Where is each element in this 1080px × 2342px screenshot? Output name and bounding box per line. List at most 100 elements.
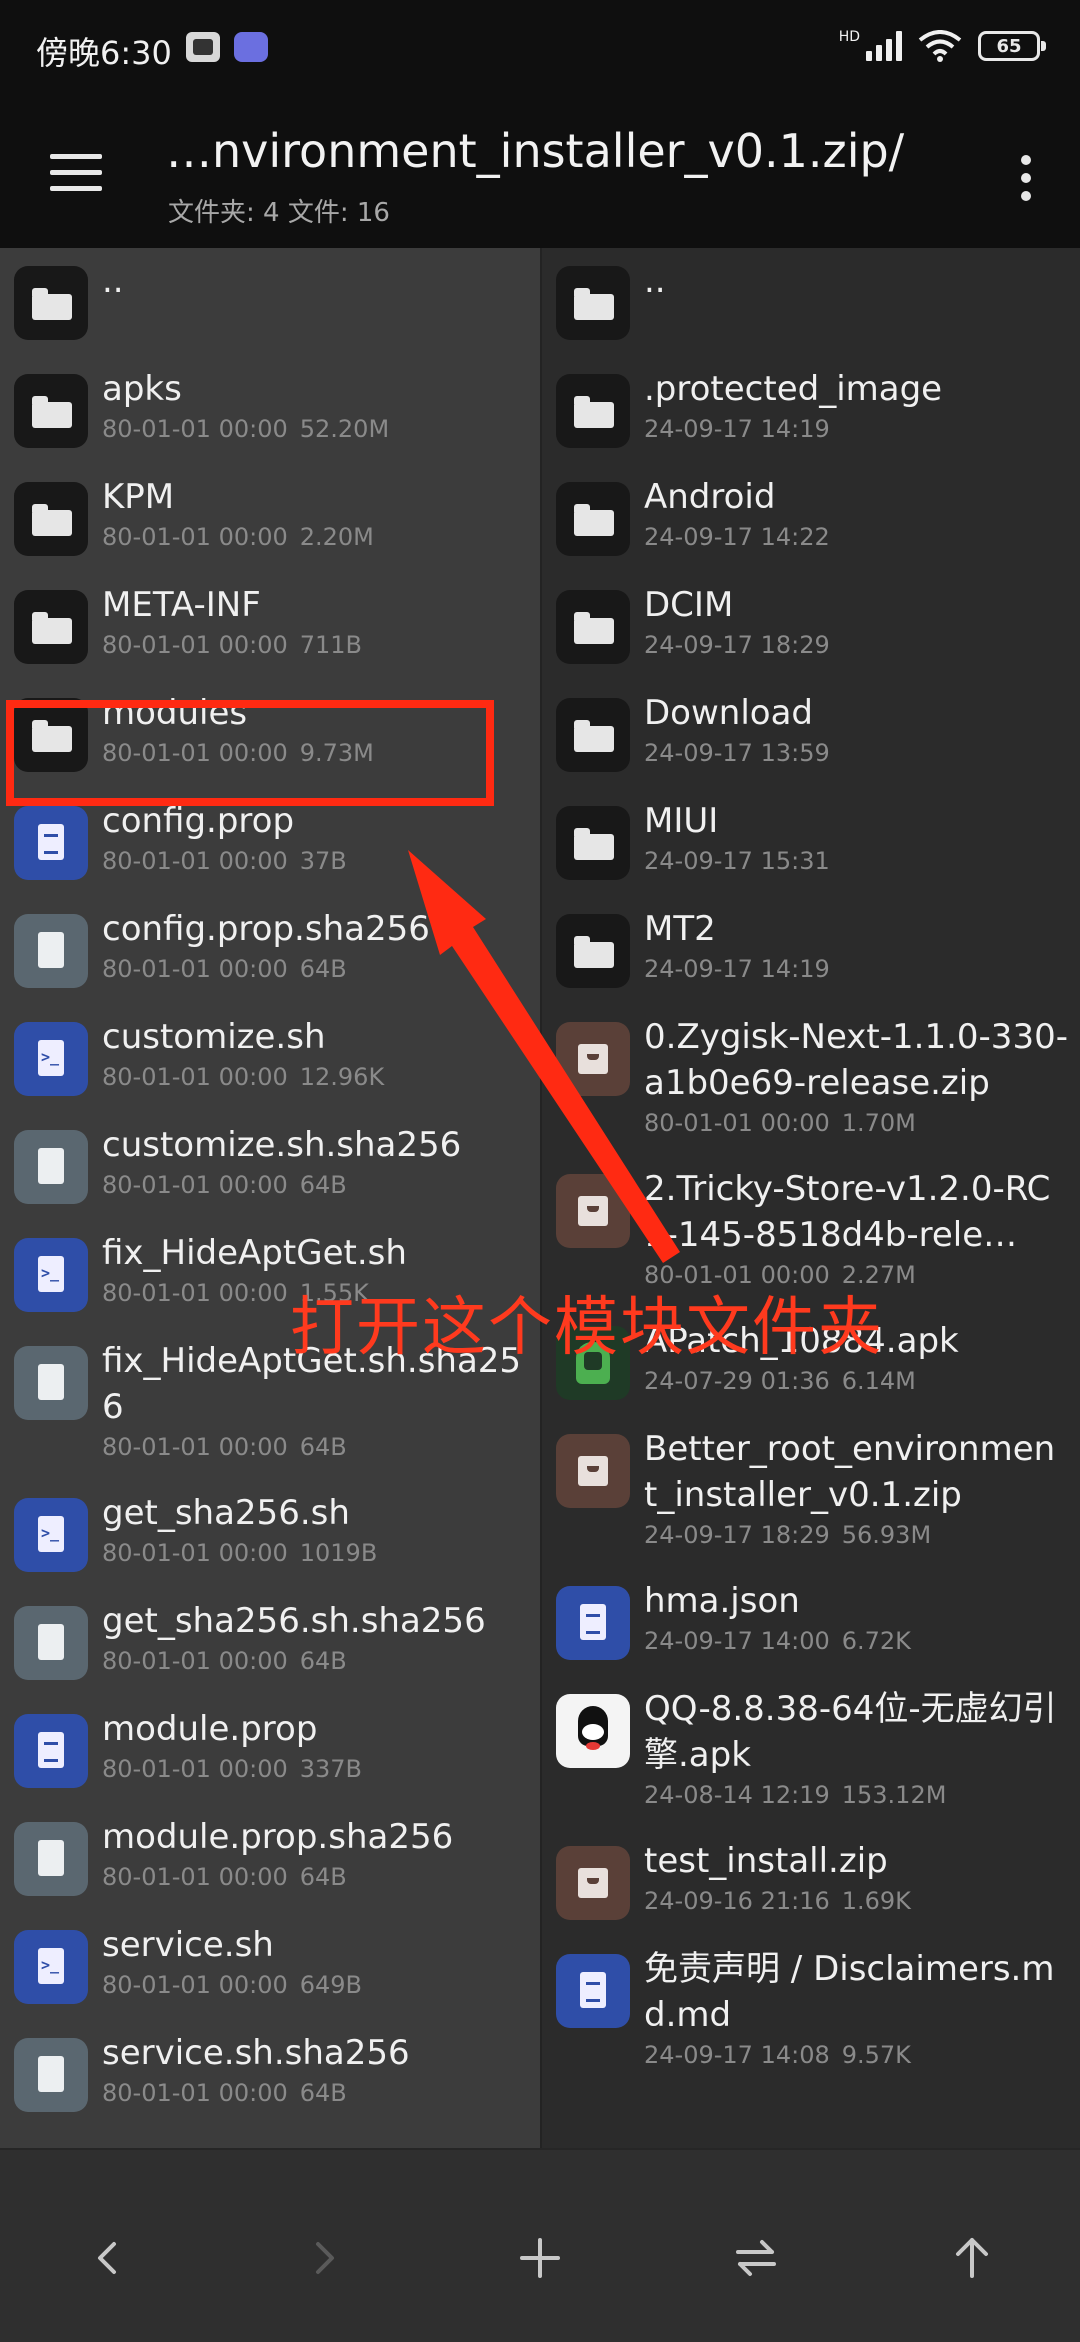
file-row[interactable]: apks 80-01-01 00:00 52.20M (0, 356, 540, 464)
file-meta: 80-01-01 00:00 64B (102, 1644, 528, 1678)
file-meta: 24-09-17 14:08 9.57K (644, 2038, 1068, 2072)
file-meta: 24-09-17 15:31 (644, 844, 1068, 878)
file-name: 0.Zygisk-Next-1.1.0-330-a1b0e69-release.… (644, 1017, 1068, 1103)
file-row[interactable]: 免责声明 / Disclaimers.md.md 24-09-17 14:08 9.… (542, 1936, 1080, 2088)
file-row[interactable]: get_sha256.sh.sha256 80-01-01 00:00 64B (0, 1588, 540, 1696)
file-date: 24-09-17 14:22 (644, 523, 830, 551)
file-info: customize.sh.sha256 80-01-01 00:00 64B (102, 1112, 540, 1202)
wifi-icon (918, 30, 962, 62)
battery-icon: 65 (978, 31, 1046, 61)
file-name: META-INF (102, 585, 261, 625)
file-info: META-INF 80-01-01 00:00 711B (102, 572, 540, 662)
file-date: 80-01-01 00:00 (102, 1279, 288, 1307)
file-size: 64B (299, 1863, 347, 1891)
file-row[interactable]: config.prop.sha256 80-01-01 00:00 64B (0, 896, 540, 1004)
file-info: QQ-8.8.38-64位-无虚幻引擎.apk 24-08-14 12:19 153… (644, 1676, 1080, 1812)
file-meta: 80-01-01 00:00 1.70M (644, 1106, 1068, 1140)
file-meta: 24-09-17 14:19 (644, 412, 1068, 446)
file-size: 6.14M (841, 1367, 916, 1395)
file-info: module.prop 80-01-01 00:00 337B (102, 1696, 540, 1786)
file-info: get_sha256.sh.sha256 80-01-01 00:00 64B (102, 1588, 540, 1678)
file-row[interactable]: MT2 24-09-17 14:19 (542, 896, 1080, 1004)
right-file-list: .. .protected_image 24-09-17 14:19 Android 2… (542, 248, 1080, 2088)
left-file-list: .. apks 80-01-01 00:00 52.20M KPM 80-01-01 00… (0, 248, 540, 2128)
file-date: 80-01-01 00:00 (102, 631, 288, 659)
up-arrow-icon[interactable] (924, 2210, 1020, 2306)
qq-app-icon (556, 1694, 630, 1768)
file-size: 1.69K (841, 1887, 911, 1915)
archive-icon (556, 1434, 630, 1508)
parent-directory-row[interactable]: .. (542, 248, 1080, 356)
file-name: module.prop (102, 1709, 318, 1749)
archive-icon (556, 1174, 630, 1248)
file-row[interactable]: customize.sh.sha256 80-01-01 00:00 64B (0, 1112, 540, 1220)
notification-miui-icon (234, 32, 268, 62)
file-meta: 80-01-01 00:00 337B (102, 1752, 528, 1786)
folder-icon (556, 914, 630, 988)
file-name: Android (644, 477, 776, 517)
text-file-icon (14, 1714, 88, 1788)
file-name: .protected_image (644, 369, 943, 409)
file-row[interactable]: Better_root_environment_installer_v0.1.z… (542, 1416, 1080, 1568)
shell-script-icon (14, 1022, 88, 1096)
file-name: .. (102, 261, 124, 301)
file-size: 64B (299, 2079, 347, 2107)
file-row[interactable]: MIUI 24-09-17 15:31 (542, 788, 1080, 896)
shell-script-icon (14, 1238, 88, 1312)
file-row[interactable]: test_install.zip 24-09-16 21:16 1.69K (542, 1828, 1080, 1936)
file-info: get_sha256.sh 80-01-01 00:00 1019B (102, 1480, 540, 1570)
file-date: 24-08-14 12:19 (644, 1781, 830, 1809)
file-row[interactable]: DCIM 24-09-17 18:29 (542, 572, 1080, 680)
file-row[interactable]: KPM 80-01-01 00:00 2.20M (0, 464, 540, 572)
folder-icon (556, 374, 630, 448)
back-arrow-icon[interactable] (60, 2210, 156, 2306)
file-name: MIUI (644, 801, 719, 841)
file-date: 80-01-01 00:00 (102, 1755, 288, 1783)
file-meta: 24-09-16 21:16 1.69K (644, 1884, 1068, 1918)
file-date: 80-01-01 00:00 (102, 1863, 288, 1891)
file-date: 24-09-16 21:16 (644, 1887, 830, 1915)
file-row[interactable]: 0.Zygisk-Next-1.1.0-330-a1b0e69-release.… (542, 1004, 1080, 1156)
file-meta: 24-09-17 18:29 (644, 628, 1068, 662)
file-row[interactable]: Android 24-09-17 14:22 (542, 464, 1080, 572)
file-row[interactable]: META-INF 80-01-01 00:00 711B (0, 572, 540, 680)
more-options-icon[interactable] (996, 148, 1056, 208)
file-row[interactable]: Download 24-09-17 13:59 (542, 680, 1080, 788)
file-date: 24-07-29 01:36 (644, 1367, 830, 1395)
right-file-pane[interactable]: .. .protected_image 24-09-17 14:19 Android 2… (542, 248, 1080, 2148)
file-size: 56.93M (841, 1521, 932, 1549)
file-name: module.prop.sha256 (102, 1817, 454, 1857)
file-meta: 80-01-01 00:00 1019B (102, 1536, 528, 1570)
file-date: 80-01-01 00:00 (102, 1171, 288, 1199)
file-name: Better_root_environment_installer_v0.1.z… (644, 1429, 1056, 1515)
parent-directory-row[interactable]: .. (0, 248, 540, 356)
file-row[interactable]: hma.json 24-09-17 14:00 6.72K (542, 1568, 1080, 1676)
file-row[interactable]: customize.sh 80-01-01 00:00 12.96K (0, 1004, 540, 1112)
file-row[interactable]: module.prop 80-01-01 00:00 337B (0, 1696, 540, 1804)
path-summary: 文件夹: 4 文件: 16 (168, 198, 390, 228)
file-size: 649B (299, 1971, 363, 1999)
notification-app-icon (186, 32, 220, 62)
file-row[interactable]: service.sh 80-01-01 00:00 649B (0, 1912, 540, 2020)
file-icon (14, 1130, 88, 1204)
plus-icon[interactable] (492, 2210, 588, 2306)
file-date: 80-01-01 00:00 (102, 1971, 288, 1999)
file-size: 1019B (299, 1539, 378, 1567)
left-file-pane[interactable]: .. apks 80-01-01 00:00 52.20M KPM 80-01-01 00… (0, 248, 540, 2148)
file-row[interactable]: service.sh.sha256 80-01-01 00:00 64B (0, 2020, 540, 2128)
folder-icon (14, 590, 88, 664)
forward-arrow-icon[interactable] (276, 2210, 372, 2306)
file-name: 免责声明 / Disclaimers.md.md (644, 1949, 1055, 2035)
text-file-icon (556, 1586, 630, 1660)
file-meta: 80-01-01 00:00 52.20M (102, 412, 528, 446)
file-row[interactable]: QQ-8.8.38-64位-无虚幻引擎.apk 24-08-14 12:19 153… (542, 1676, 1080, 1828)
file-row[interactable]: module.prop.sha256 80-01-01 00:00 64B (0, 1804, 540, 1912)
file-row[interactable]: get_sha256.sh 80-01-01 00:00 1019B (0, 1480, 540, 1588)
battery-level: 65 (996, 35, 1022, 57)
file-meta: 24-07-29 01:36 6.14M (644, 1364, 1068, 1398)
swap-icon[interactable] (708, 2210, 804, 2306)
network-hd-label: HD (838, 29, 860, 45)
status-indicators: HD 65 (838, 29, 1046, 62)
file-row[interactable]: .protected_image 24-09-17 14:19 (542, 356, 1080, 464)
menu-icon[interactable] (40, 148, 114, 200)
